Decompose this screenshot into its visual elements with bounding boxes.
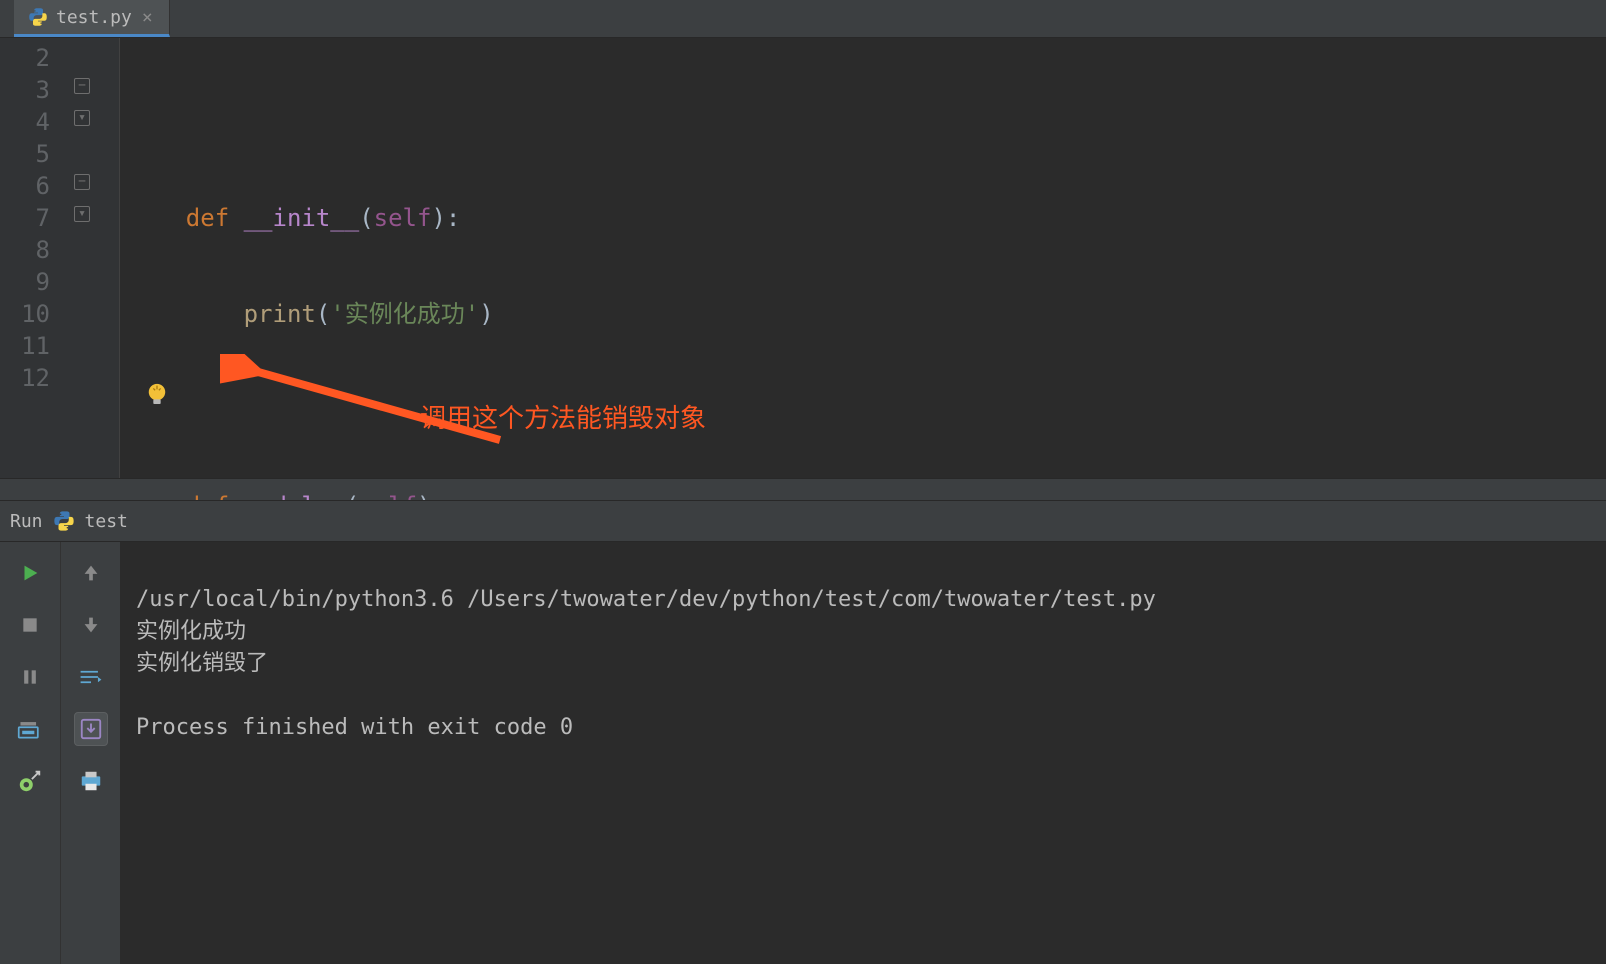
call-print: print (244, 300, 316, 328)
code-text-area[interactable]: def __init__(self): print('实例化成功') def _… (120, 38, 1606, 478)
line-number: 6 (0, 170, 50, 202)
attach-debugger-button[interactable] (13, 764, 47, 798)
line-number: 7 (0, 202, 50, 234)
editor-tabbar: test.py × (0, 0, 1606, 38)
run-config-name: test (85, 511, 128, 532)
line-number: 5 (0, 138, 50, 170)
method-name: __init__ (244, 204, 360, 232)
line-number: 12 (0, 362, 50, 394)
console-output[interactable]: /usr/local/bin/python3.6 /Users/twowater… (120, 542, 1606, 964)
console-line: 实例化成功 (136, 619, 246, 644)
run-header[interactable]: Run test (0, 500, 1606, 542)
line-number: 8 (0, 234, 50, 266)
line-number: 9 (0, 266, 50, 298)
run-tool-window: Run test (0, 500, 1606, 964)
run-toolbar-secondary (60, 542, 120, 964)
keyword-def: def (186, 204, 229, 232)
code-line[interactable]: print('实例化成功') (120, 298, 1606, 330)
pause-button[interactable] (13, 660, 47, 694)
fold-end-icon[interactable]: ▾ (74, 206, 90, 222)
code-editor[interactable]: 2 3 4 5 6 7 8 9 10 11 12 − ▾ − ▾ def __i… (0, 38, 1606, 478)
run-label: Run (4, 511, 43, 532)
code-line[interactable] (120, 106, 1606, 138)
close-icon[interactable]: × (140, 7, 155, 28)
scroll-to-end-button[interactable] (74, 712, 108, 746)
stop-button[interactable] (13, 608, 47, 642)
line-number: 11 (0, 330, 50, 362)
console-line: 实例化销毁了 (136, 651, 268, 676)
line-number: 4 (0, 106, 50, 138)
python-file-icon (53, 510, 75, 532)
scroll-down-button[interactable] (74, 608, 108, 642)
annotation-text: 调用这个方法能销毁对象 (420, 402, 706, 434)
run-toolbar-primary (0, 542, 60, 964)
code-line[interactable]: def __init__(self): (120, 202, 1606, 234)
intention-bulb-icon[interactable] (146, 318, 168, 344)
code-line[interactable] (120, 394, 1606, 426)
tab-test-py[interactable]: test.py × (14, 0, 170, 37)
console-line: /usr/local/bin/python3.6 /Users/twowater… (136, 587, 1156, 612)
fold-toggle-icon[interactable]: − (74, 174, 90, 190)
line-number-gutter: 2 3 4 5 6 7 8 9 10 11 12 (0, 38, 60, 478)
scroll-up-button[interactable] (74, 556, 108, 590)
line-number: 2 (0, 42, 50, 74)
line-number: 3 (0, 74, 50, 106)
param-self: self (374, 204, 432, 232)
tab-filename: test.py (56, 7, 132, 28)
fold-toggle-icon[interactable]: − (74, 78, 90, 94)
fold-gutter: − ▾ − ▾ (60, 38, 120, 478)
string-literal: '实例化成功' (330, 300, 479, 328)
fold-end-icon[interactable]: ▾ (74, 110, 90, 126)
line-number: 10 (0, 298, 50, 330)
python-file-icon (28, 7, 48, 27)
print-button[interactable] (74, 764, 108, 798)
rerun-button[interactable] (13, 556, 47, 590)
dump-threads-button[interactable] (13, 712, 47, 746)
toggle-soft-wrap-button[interactable] (74, 660, 108, 694)
console-line: Process finished with exit code 0 (136, 715, 573, 740)
